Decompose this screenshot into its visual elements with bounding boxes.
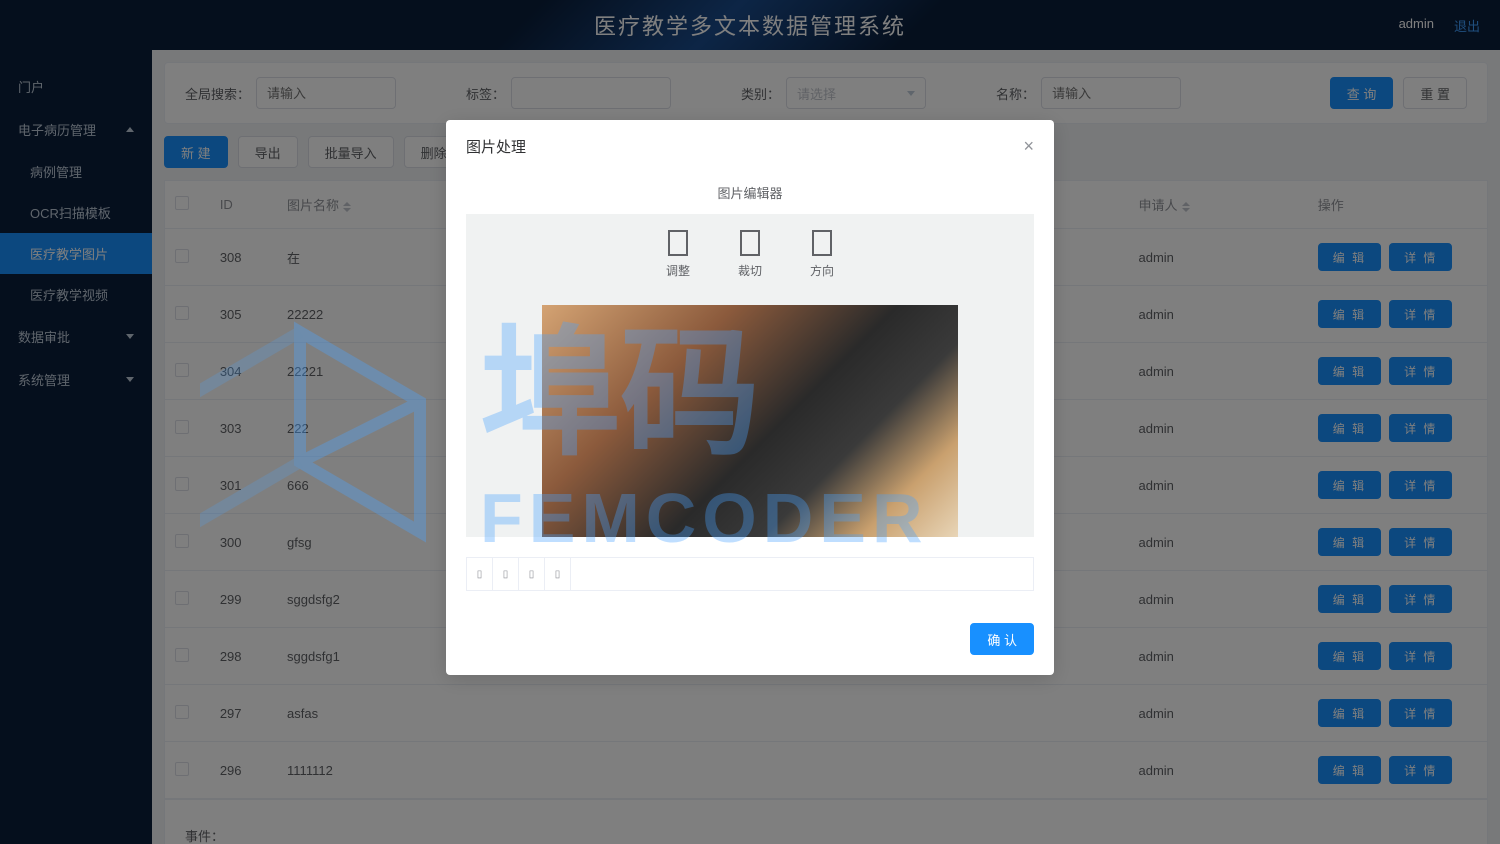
tool-btn-3[interactable]: ▯ [519,558,545,590]
adjust-icon [668,230,688,256]
dialog-title: 图片处理 [466,136,526,157]
crop-icon [740,230,760,256]
tool-btn-4[interactable]: ▯ [545,558,571,590]
close-icon[interactable]: × [1023,136,1034,157]
tool-crop[interactable]: 裁切 [738,230,762,279]
confirm-button[interactable]: 确 认 [970,623,1034,655]
image-editor: 调整 裁切 方向 [466,214,1034,537]
image-process-dialog: 图片处理 × 图片编辑器 调整 裁切 方向 ▯ ▯ ▯ ▯ 确 认 [446,120,1054,675]
editor-bottom-tools: ▯ ▯ ▯ ▯ [466,557,1034,591]
tool-btn-2[interactable]: ▯ [493,558,519,590]
tool-btn-1[interactable]: ▯ [467,558,493,590]
tool-orient[interactable]: 方向 [810,230,834,279]
editor-canvas[interactable] [542,305,958,537]
editor-title: 图片编辑器 [466,183,1034,202]
orient-icon [812,230,832,256]
tool-adjust[interactable]: 调整 [666,230,690,279]
